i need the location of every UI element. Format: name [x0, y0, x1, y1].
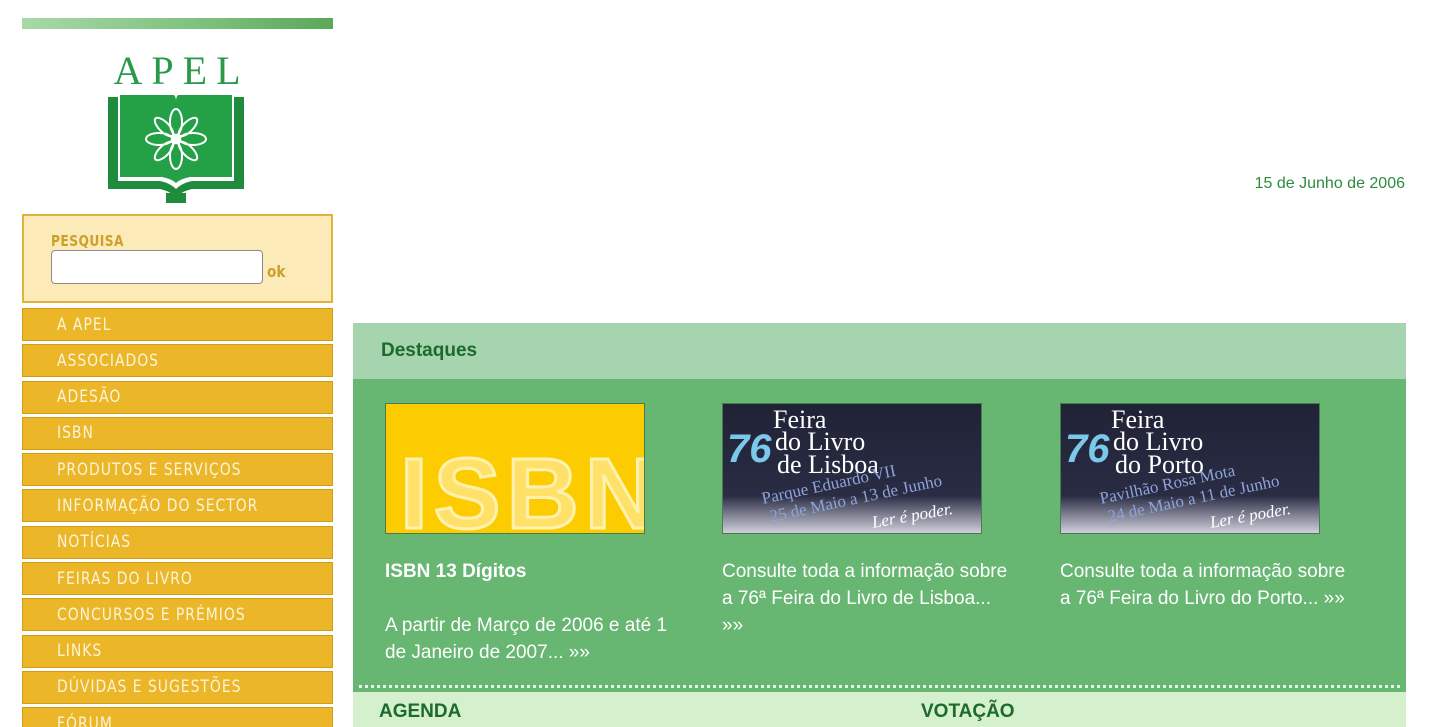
- main-content: Destaques ISBN ISBN 13 Dígitos A partir …: [353, 323, 1406, 727]
- destaque-text-line: Consulte toda a informação sobre: [722, 561, 1008, 582]
- nav-item-forum[interactable]: FÓRUM: [22, 707, 333, 727]
- destaque-text-line: A partir de Março de 2006 e até 1: [385, 615, 668, 636]
- bottom-section-bar: AGENDA VOTAÇÃO: [353, 692, 1406, 727]
- nav-item-label: FEIRAS DO LIVRO: [57, 568, 193, 589]
- nav-item-associados[interactable]: ASSOCIADOS: [22, 344, 333, 378]
- search-label: PESQUISA: [51, 232, 124, 250]
- nav-item-label: PRODUTOS E SERVIÇOS: [57, 459, 242, 480]
- destaque-card-feira-porto: 76 Feira do Livro do Porto Pavilhão Rosa…: [1060, 403, 1360, 612]
- nav-item-label: ADESÃO: [57, 387, 122, 408]
- destaque-card-feira-lisboa: 76 Feira do Livro de Lisboa Parque Eduar…: [722, 403, 1022, 639]
- destaques-title: Destaques: [381, 340, 478, 361]
- destaque-title[interactable]: ISBN 13 Dígitos: [385, 558, 685, 585]
- feira-lisboa-thumbnail[interactable]: 76 Feira do Livro de Lisboa Parque Eduar…: [722, 403, 982, 534]
- nav-item-a-apel[interactable]: A APEL: [22, 308, 333, 341]
- nav-item-label: NOTÍCIAS: [57, 532, 132, 553]
- left-column: APEL PESQUISA ok A APEL ASSOCIADOS ADESÃ…: [22, 18, 333, 727]
- nav-item-isbn[interactable]: ISBN: [22, 416, 333, 450]
- destaques-body: ISBN ISBN 13 Dígitos A partir de Março d…: [353, 379, 1406, 681]
- nav-item-produtos-servicos[interactable]: PRODUTOS E SERVIÇOS: [22, 453, 333, 487]
- feira-porto-thumbnail[interactable]: 76 Feira do Livro do Porto Pavilhão Rosa…: [1060, 403, 1320, 534]
- nav-item-concursos-premios[interactable]: CONCURSOS E PRÉMIOS: [22, 598, 333, 632]
- nav-item-links[interactable]: LINKS: [22, 634, 333, 668]
- destaque-text-line: a 76ª Feira do Livro de Lisboa...: [722, 588, 991, 609]
- search-ok-button[interactable]: ok: [267, 262, 285, 281]
- nav-item-label: ASSOCIADOS: [57, 350, 159, 371]
- dotted-divider: [353, 681, 1406, 692]
- nav-item-label: CONCURSOS E PRÉMIOS: [57, 604, 246, 625]
- apel-logo[interactable]: APEL: [22, 29, 333, 203]
- destaque-text-line: Consulte toda a informação sobre: [1060, 561, 1346, 582]
- nav-item-informacao-sector[interactable]: INFORMAÇÃO DO SECTOR: [22, 489, 333, 523]
- agenda-title: AGENDA: [379, 701, 462, 722]
- nav-item-duvidas-sugestoes[interactable]: DÚVIDAS E SUGESTÕES: [22, 670, 333, 704]
- isbn-image: ISBN: [386, 404, 645, 534]
- nav-item-label: A APEL: [57, 314, 112, 335]
- destaque-card-isbn: ISBN ISBN 13 Dígitos A partir de Março d…: [385, 403, 685, 666]
- votacao-title: VOTAÇÃO: [921, 701, 1015, 722]
- feira-lisboa-image: 76 Feira do Livro de Lisboa Parque Eduar…: [723, 404, 981, 533]
- svg-text:76: 76: [1065, 427, 1110, 471]
- main-nav: A APEL ASSOCIADOS ADESÃO ISBN PRODUTOS E…: [22, 308, 333, 727]
- nav-item-noticias[interactable]: NOTÍCIAS: [22, 525, 333, 559]
- book-flower-icon: [108, 95, 244, 203]
- feira-porto-image: 76 Feira do Livro do Porto Pavilhão Rosa…: [1061, 404, 1319, 533]
- top-stripe: [22, 18, 333, 29]
- feira-number: 76: [727, 427, 772, 471]
- logo-text: APEL: [113, 48, 250, 93]
- isbn-thumbnail[interactable]: ISBN: [385, 403, 645, 534]
- nav-item-label: ISBN: [57, 423, 94, 444]
- nav-item-label: FÓRUM: [57, 713, 113, 727]
- destaque-text-line[interactable]: de Janeiro de 2007... »»: [385, 639, 685, 666]
- destaque-more-link[interactable]: a 76ª Feira do Livro do Porto... »»: [1060, 585, 1360, 612]
- nav-item-label: DÚVIDAS E SUGESTÕES: [57, 677, 242, 698]
- destaque-more-link[interactable]: »»: [722, 612, 1022, 639]
- destaques-header: Destaques: [353, 323, 1406, 379]
- current-date: 15 de Junho de 2006: [1254, 175, 1405, 192]
- search-box: PESQUISA ok: [22, 214, 333, 303]
- nav-item-label: INFORMAÇÃO DO SECTOR: [57, 495, 259, 516]
- search-input[interactable]: [51, 250, 263, 284]
- nav-item-label: LINKS: [57, 641, 103, 662]
- nav-item-feiras-livro[interactable]: FEIRAS DO LIVRO: [22, 562, 333, 596]
- nav-item-adesao[interactable]: ADESÃO: [22, 380, 333, 414]
- isbn-image-text: ISBN: [400, 438, 645, 534]
